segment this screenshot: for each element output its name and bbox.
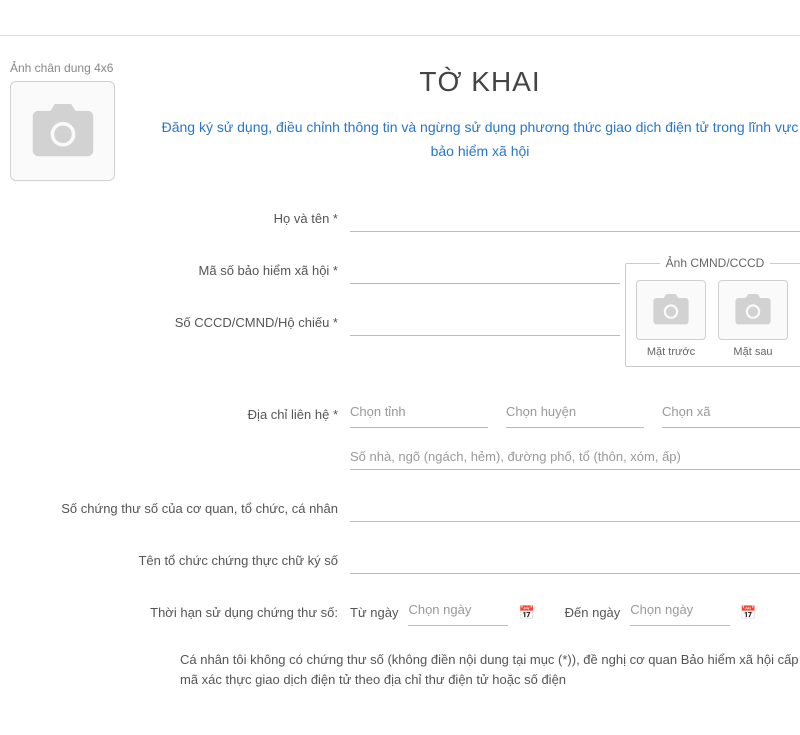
- form-title: TỜ KHAI: [160, 66, 800, 98]
- portrait-label: Ảnh chân dung 4x6: [10, 61, 140, 75]
- id-front-upload[interactable]: [636, 280, 706, 340]
- address-label: Địa chỉ liên hệ *: [10, 407, 350, 422]
- camera-icon: [28, 104, 98, 159]
- camera-icon: [651, 294, 691, 326]
- calendar-icon[interactable]: 📅: [518, 605, 534, 621]
- cert-org-label: Tên tổ chức chứng thực chữ ký số: [10, 553, 350, 568]
- calendar-icon[interactable]: 📅: [740, 605, 756, 621]
- cert-validity-label: Thời hạn sử dụng chứng thư số:: [10, 605, 350, 620]
- id-back-upload[interactable]: [718, 280, 788, 340]
- portrait-upload-box[interactable]: [10, 81, 115, 181]
- to-date-label: Đến ngày: [565, 605, 621, 620]
- fullname-input[interactable]: [350, 206, 800, 232]
- id-no-input[interactable]: [350, 310, 620, 336]
- id-photo-legend: Ảnh CMND/CCCD: [660, 256, 771, 270]
- from-date-label: Từ ngày: [350, 605, 398, 620]
- to-date-input[interactable]: Chọn ngày: [630, 600, 730, 626]
- fullname-label: Họ và tên *: [10, 211, 350, 226]
- insurance-no-input[interactable]: [350, 258, 620, 284]
- cert-no-input[interactable]: [350, 496, 800, 522]
- footer-note: Cá nhân tôi không có chứng thư số (không…: [180, 650, 800, 692]
- id-photo-group: Ảnh CMND/CCCD Mặt trước: [625, 256, 800, 367]
- from-date-input[interactable]: Chọn ngày: [408, 600, 508, 626]
- id-back-caption: Mặt sau: [718, 346, 788, 358]
- id-front-caption: Mặt trước: [636, 346, 706, 358]
- cert-no-label: Số chứng thư số của cơ quan, tổ chức, cá…: [10, 501, 350, 516]
- cert-org-input[interactable]: [350, 548, 800, 574]
- id-no-label: Số CCCD/CMND/Hộ chiếu *: [10, 315, 350, 330]
- insurance-no-label: Mã số bảo hiểm xã hội *: [10, 263, 350, 278]
- province-select[interactable]: Chọn tỉnh: [350, 402, 488, 428]
- address-detail-input[interactable]: [350, 444, 800, 470]
- form-subtitle: Đăng ký sử dụng, điều chỉnh thông tin và…: [160, 116, 800, 164]
- district-select[interactable]: Chọn huyện: [506, 402, 644, 428]
- camera-icon: [733, 294, 773, 326]
- ward-select[interactable]: Chọn xã: [662, 402, 800, 428]
